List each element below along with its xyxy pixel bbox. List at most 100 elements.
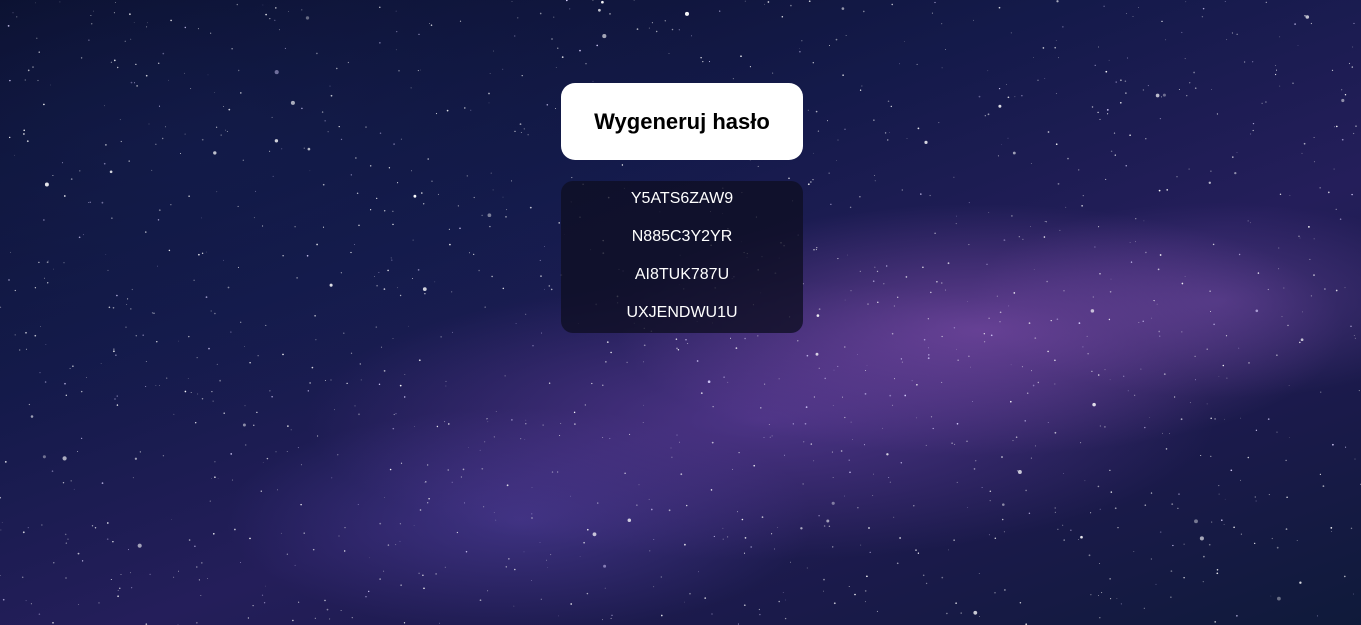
star-dot	[126, 304, 128, 305]
star-dot	[738, 451, 740, 454]
star-dot	[955, 223, 957, 225]
star-dot	[1070, 529, 1072, 531]
star-dot	[986, 263, 988, 265]
star-dot	[151, 312, 154, 314]
star-dot	[741, 518, 744, 521]
star-dot	[648, 498, 650, 500]
star-dot	[704, 597, 707, 599]
star-dot	[272, 175, 274, 177]
star-dot	[711, 441, 714, 444]
star-dot	[1109, 578, 1111, 580]
star-dot	[63, 195, 66, 197]
star-dot	[1138, 321, 1140, 324]
star-dot	[395, 544, 397, 546]
star-dot	[117, 589, 119, 591]
star-dot	[178, 570, 179, 572]
star-dot	[263, 602, 266, 604]
star-dot	[1351, 193, 1353, 196]
star-dot	[1024, 420, 1026, 422]
star-dot	[1301, 311, 1303, 313]
star-dot	[403, 622, 406, 624]
star-dot	[1186, 95, 1188, 97]
star-dot	[953, 327, 956, 329]
star-dot	[973, 610, 978, 615]
star-dot	[1165, 448, 1168, 450]
star-dot	[994, 592, 996, 594]
star-dot	[817, 130, 820, 132]
star-dot	[689, 592, 691, 595]
star-dot	[77, 450, 79, 452]
star-dot	[1161, 96, 1163, 98]
star-dot	[1019, 602, 1022, 604]
star-dot	[1130, 261, 1133, 263]
star-dot	[830, 203, 832, 205]
star-dot	[336, 67, 338, 70]
star-dot	[1058, 57, 1059, 59]
star-dot	[307, 147, 311, 151]
star-dot	[219, 379, 221, 382]
star-dot	[214, 476, 216, 479]
star-dot	[214, 312, 216, 315]
star-dot	[227, 286, 230, 289]
star-dot	[1057, 183, 1060, 185]
star-dot	[1158, 330, 1161, 333]
star-dot	[740, 55, 742, 58]
star-dot	[399, 294, 402, 297]
star-dot	[696, 360, 699, 362]
star-dot	[168, 249, 171, 252]
star-dot	[378, 272, 380, 273]
star-dot	[445, 385, 447, 387]
star-dot	[1114, 154, 1116, 156]
star-dot	[813, 249, 815, 251]
star-dot	[1240, 479, 1241, 481]
star-dot	[1352, 132, 1355, 135]
star-dot	[378, 383, 381, 386]
star-dot	[651, 22, 653, 24]
star-dot	[523, 551, 525, 553]
star-dot	[602, 437, 604, 438]
star-dot	[764, 3, 765, 5]
star-dot	[338, 125, 340, 128]
star-dot	[732, 78, 734, 80]
star-dot	[487, 590, 489, 592]
star-dot	[428, 498, 430, 500]
star-dot	[610, 617, 612, 619]
star-dot	[109, 170, 113, 174]
star-dot	[1285, 459, 1287, 462]
star-dot	[678, 29, 680, 31]
star-dot	[1286, 496, 1288, 498]
star-dot	[1255, 429, 1258, 431]
star-dot	[130, 38, 132, 40]
star-dot	[987, 113, 990, 116]
star-dot	[116, 404, 119, 406]
generate-password-button[interactable]: Wygeneruj hasło	[561, 83, 803, 160]
star-dot	[42, 455, 46, 459]
star-dot	[1025, 489, 1027, 492]
star-dot	[941, 335, 943, 338]
star-dot	[1214, 621, 1217, 623]
star-dot	[201, 138, 204, 141]
star-dot	[421, 192, 423, 194]
star-dot	[823, 525, 826, 527]
star-dot	[340, 272, 342, 274]
star-dot	[978, 573, 980, 575]
star-dot	[1063, 539, 1065, 541]
star-dot	[395, 49, 397, 51]
star-dot	[380, 346, 383, 348]
star-dot	[418, 33, 420, 36]
star-dot	[1115, 81, 1117, 83]
star-dot	[1252, 122, 1255, 125]
star-dot	[1330, 527, 1333, 529]
star-dot	[462, 468, 465, 471]
star-dot	[1185, 1, 1187, 3]
star-dot	[136, 85, 138, 87]
star-dot	[256, 411, 258, 413]
star-dot	[831, 501, 835, 505]
star-dot	[465, 550, 468, 553]
star-dot	[700, 57, 702, 59]
star-dot	[1335, 289, 1338, 292]
star-dot	[27, 527, 29, 529]
star-dot	[1279, 36, 1281, 38]
star-dot	[170, 204, 172, 206]
star-dot	[282, 255, 284, 257]
